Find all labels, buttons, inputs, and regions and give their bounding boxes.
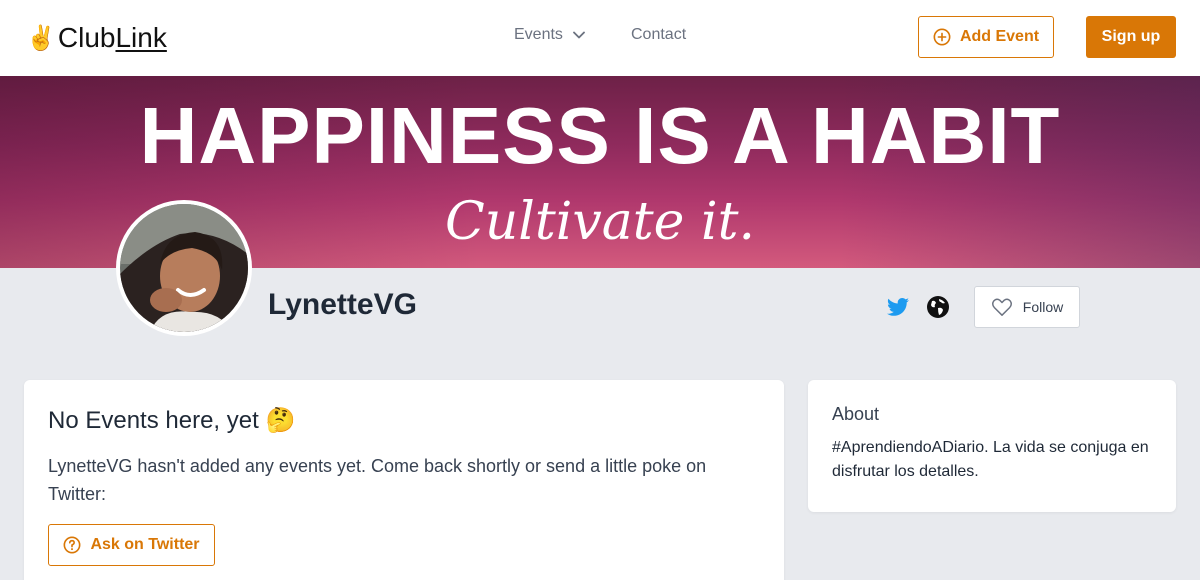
- chevron-down-icon: [573, 31, 585, 39]
- about-card: About #AprendiendoADiario. La vida se co…: [808, 380, 1176, 512]
- follow-label: Follow: [1022, 299, 1064, 315]
- avatar: [116, 200, 252, 336]
- nav-contact-link[interactable]: Contact: [631, 26, 686, 44]
- events-card-message: LynetteVG hasn't added any events yet. C…: [48, 456, 707, 504]
- events-card-title: No Events here, yet 🤔: [48, 406, 295, 435]
- signup-button[interactable]: Sign up: [1086, 16, 1176, 58]
- add-event-label: Add Event: [959, 28, 1040, 45]
- events-card: No Events here, yet 🤔 LynetteVG hasn't a…: [24, 380, 784, 580]
- thinking-face-icon: 🤔: [265, 407, 296, 434]
- question-circle-icon: [64, 536, 81, 554]
- logo-text-club: Club: [57, 22, 116, 53]
- ask-on-twitter-button[interactable]: Ask on Twitter: [48, 524, 215, 566]
- profile-username: LynetteVG: [268, 288, 417, 321]
- nav-events-label: Events: [514, 26, 563, 43]
- follow-button[interactable]: Follow: [974, 286, 1080, 328]
- avatar-photo: [120, 204, 248, 332]
- victory-hand-icon: ✌️: [26, 24, 56, 52]
- add-event-button[interactable]: Add Event: [918, 16, 1054, 58]
- site-header: ✌️ Club Link Events Contact Add Event Sig…: [0, 0, 1200, 76]
- about-card-text: #AprendiendoADiario. La vida se conjuga …: [832, 439, 1149, 480]
- logo-text-link: Link: [115, 22, 167, 53]
- events-card-title-text: No Events here, yet: [48, 407, 259, 434]
- banner-headline: HAPPINESS IS A HABIT: [139, 91, 1061, 180]
- heart-icon: [991, 298, 1012, 316]
- ask-on-twitter-label: Ask on Twitter: [90, 536, 200, 553]
- clublink-logo[interactable]: ✌️ Club Link: [26, 22, 167, 54]
- twitter-icon[interactable]: [886, 295, 910, 319]
- nav-events-dropdown[interactable]: Events: [514, 26, 585, 44]
- globe-icon[interactable]: [926, 295, 950, 319]
- about-card-title: About: [832, 404, 880, 424]
- plus-circle-icon: [933, 28, 951, 46]
